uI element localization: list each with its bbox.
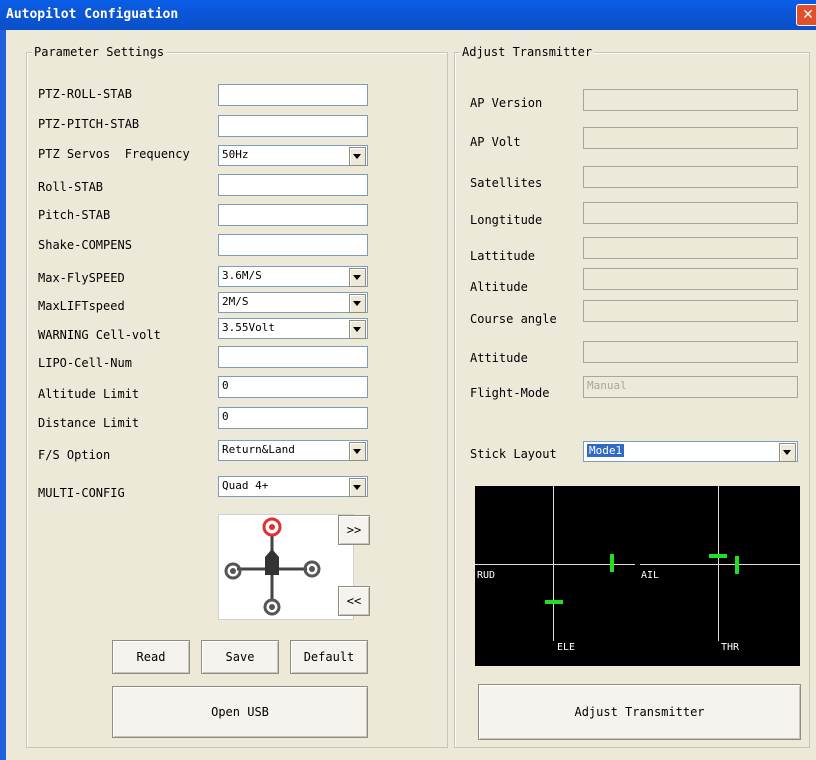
stick-layout-value: Mode1 [587,444,625,457]
altitude-field [583,268,798,290]
label-stick-layout: Stick Layout [470,447,557,461]
ele-indicator [545,600,563,604]
label-longtitude: Longtitude [470,213,543,227]
label-ap-volt: AP Volt [470,135,521,149]
max-flyspeed-select[interactable]: 3.6M/S [218,266,368,287]
label-ap-version: AP Version [470,96,543,110]
maxliftspeed-value: 2M/S [222,295,249,308]
open-usb-button[interactable]: Open USB [112,686,368,738]
label-shake-compens: Shake-COMPENS [38,238,132,252]
longtitude-field [583,202,798,224]
quad-plus-icon [224,517,321,616]
multi-config-value: Quad 4+ [222,479,269,492]
label-pitch-stab: Pitch-STAB [38,208,111,222]
ap-version-field [583,89,798,111]
thr-label: THR [721,642,740,653]
next-config-button[interactable]: >> [338,515,370,545]
fs-option-select[interactable]: Return&Land [218,440,368,461]
rud-label: RUD [477,570,496,581]
distance-limit-input[interactable]: 0 [218,407,368,429]
ptz-servos-frequency-select[interactable]: 50Hz [218,145,368,166]
label-ptz-pitch-stab: PTZ-PITCH-STAB [38,117,140,131]
ail-label: AIL [641,570,660,581]
label-roll-stab: Roll-STAB [38,180,104,194]
roll-stab-input[interactable] [218,174,368,196]
multi-config-select[interactable]: Quad 4+ [218,476,368,497]
right-stick-horizontal-axis [640,564,800,565]
lattitude-field [583,237,798,259]
save-button[interactable]: Save [201,640,279,674]
ele-label: ELE [557,642,576,653]
default-button[interactable]: Default [290,640,368,674]
warning-cell-volt-value: 3.55Volt [222,321,275,334]
label-ptz-roll-stab: PTZ-ROLL-STAB [38,87,132,101]
label-altitude-limit: Altitude Limit [38,387,140,401]
flight-mode-field: Manual [583,376,798,398]
max-flyspeed-value: 3.6M/S [222,269,262,282]
chevron-down-icon[interactable] [349,478,366,497]
parameter-settings-legend: Parameter Settings [32,45,167,59]
quad-config-diagram [218,514,354,620]
label-lattitude: Lattitude [470,249,536,263]
stick-layout-select[interactable]: Mode1 [583,441,798,462]
adjust-transmitter-legend: Adjust Transmitter [460,45,595,59]
label-satellites: Satellites [470,176,543,190]
rud-indicator [610,554,614,572]
chevron-down-icon[interactable] [349,147,366,166]
ptz-roll-stab-input[interactable] [218,84,368,106]
lipo-cell-num-input[interactable] [218,346,368,368]
prev-config-button[interactable]: << [338,586,370,616]
chevron-down-icon[interactable] [779,443,796,462]
label-fs-option: F/S Option [38,448,111,462]
adjust-transmitter-button[interactable]: Adjust Transmitter [478,684,801,740]
maxliftspeed-select[interactable]: 2M/S [218,292,368,313]
label-flight-mode: Flight-Mode [470,386,550,400]
shake-compens-input[interactable] [218,234,368,256]
chevron-down-icon[interactable] [349,442,366,461]
chevron-down-icon[interactable] [349,294,366,313]
label-ptz-servos-frequency: PTZ Servos Frequency [38,147,190,161]
window-title: Autopilot Configuation [6,7,179,22]
altitude-limit-input[interactable]: 0 [218,376,368,398]
stick-display: RUD AIL ELE THR [475,486,800,666]
chevron-down-icon[interactable] [349,320,366,339]
thr-indicator [709,554,727,558]
label-multi-config: MULTI-CONFIG [38,486,125,500]
course-angle-field [583,300,798,322]
ptz-servos-frequency-value: 50Hz [222,148,249,161]
close-button[interactable]: ✕ [796,4,816,26]
attitude-field [583,341,798,363]
label-altitude: Altitude [470,280,528,294]
label-course-angle: Course angle [470,312,557,326]
ap-volt-field [583,127,798,149]
read-button[interactable]: Read [112,640,190,674]
label-max-flyspeed: Max-FlySPEED [38,271,125,285]
label-warning-cell-volt: WARNING Cell-volt [38,328,161,342]
label-lipo-cell-num: LIPO-Cell-Num [38,356,132,370]
ail-indicator [735,556,739,574]
label-distance-limit: Distance Limit [38,416,140,430]
chevron-down-icon[interactable] [349,268,366,287]
ptz-pitch-stab-input[interactable] [218,115,368,137]
fs-option-value: Return&Land [222,443,295,456]
pitch-stab-input[interactable] [218,204,368,226]
label-maxliftspeed: MaxLIFTspeed [38,299,125,313]
satellites-field [583,166,798,188]
label-attitude: Attitude [470,351,528,365]
warning-cell-volt-select[interactable]: 3.55Volt [218,318,368,339]
